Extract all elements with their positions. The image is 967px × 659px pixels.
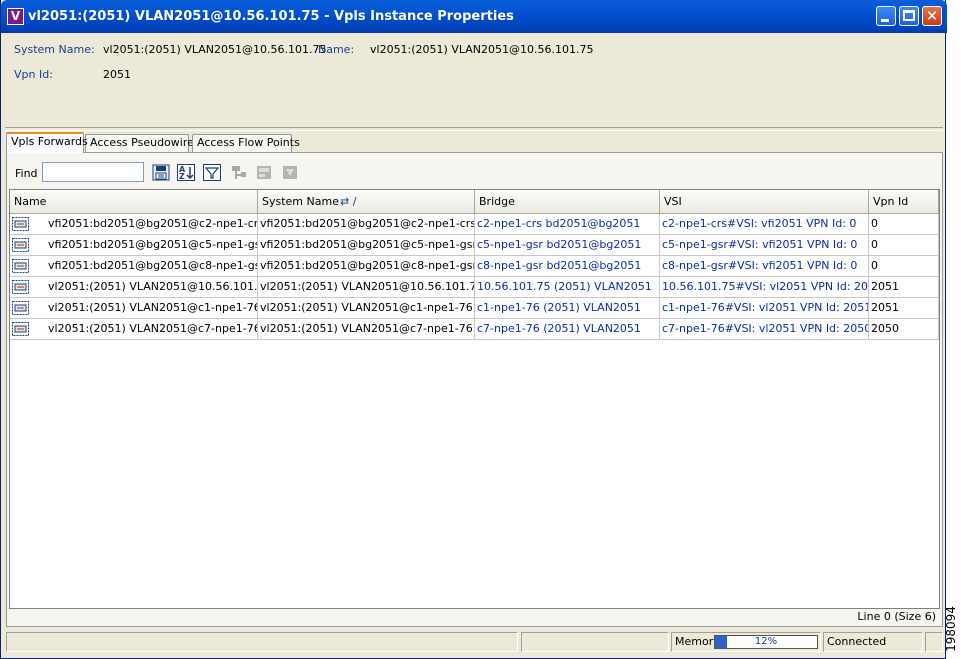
tab-access-flow-points[interactable]: Access Flow Points — [192, 134, 300, 152]
cell-bridge: 10.56.101.75 (2051) VLAN2051 — [475, 277, 660, 298]
close-button[interactable]: ✕ — [922, 6, 942, 26]
table-row[interactable]: vl2051:(2051) VLAN2051@c7-npe1-76 vl2051:… — [10, 319, 939, 340]
column-header-name[interactable]: Name — [10, 190, 258, 213]
cell-name: vl2051:(2051) VLAN2051@c1-npe1-76 — [10, 298, 258, 319]
app-icon: V — [7, 8, 24, 25]
connection-status: Connected — [823, 632, 923, 652]
table-row[interactable]: vfi2051:bd2051@bg2051@c2-npe1-crs vfi2051… — [10, 214, 939, 235]
minimize-button[interactable] — [876, 6, 896, 26]
column-header-vpn-id[interactable]: Vpn Id — [869, 190, 939, 213]
name-label: Name: — [318, 43, 355, 56]
cell-name: vl2051:(2051) VLAN2051@c7-npe1-76 — [10, 319, 258, 340]
cell-vsi: c1-npe1-76#VSI: vl2051 VPN Id: 2051 — [660, 298, 869, 319]
memory-bar: 12% — [714, 635, 818, 649]
column-header-bridge[interactable]: Bridge — [475, 190, 660, 213]
filter-icon[interactable] — [202, 163, 222, 182]
cell-vsi: c2-npe1-crs#VSI: vfi2051 VPN Id: 0 — [660, 214, 869, 235]
vpn-id-value: 2051 — [103, 68, 131, 81]
window-title: vl2051:(2051) VLAN2051@10.56.101.75 - Vp… — [28, 9, 514, 24]
cell-system-name: vl2051:(2051) VLAN2051@c7-npe1-76 — [258, 319, 475, 340]
print-icon — [280, 163, 300, 182]
save-icon[interactable] — [151, 163, 171, 182]
maximize-icon — [903, 10, 915, 21]
system-name-value: vl2051:(2051) VLAN2051@10.56.101.75 — [103, 43, 327, 56]
cell-name: vfi2051:bd2051@bg2051@c2-npe1-crs — [10, 214, 258, 235]
line-status: Line 0 (Size 6) — [857, 610, 936, 623]
sort-icon[interactable]: AZ — [176, 163, 196, 182]
cell-name: vl2051:(2051) VLAN2051@10.56.101.75 — [10, 277, 258, 298]
vpls-forwards-panel: Find : AZ Name System Name ⇄ / Bridge VS… — [6, 152, 943, 627]
cell-name: vfi2051:bd2051@bg2051@c5-npe1-gsr — [10, 235, 258, 256]
find-input[interactable] — [42, 162, 144, 182]
cell-name: vfi2051:bd2051@bg2051@c8-npe1-gsr — [10, 256, 258, 277]
vpls-forward-icon — [12, 322, 29, 336]
tab-vpls-forwards[interactable]: Vpls Forwards — [6, 132, 88, 153]
tree-icon — [228, 163, 248, 182]
cell-vpn-id: 0 — [869, 235, 939, 256]
table-row[interactable]: vl2051:(2051) VLAN2051@10.56.101.75 vl205… — [10, 277, 939, 298]
cell-vsi: c8-npe1-gsr#VSI: vfi2051 VPN Id: 0 — [660, 256, 869, 277]
vpls-forward-icon — [12, 301, 29, 315]
cell-bridge: c1-npe1-76 (2051) VLAN2051 — [475, 298, 660, 319]
cell-bridge: c8-npe1-gsr bd2051@bg2051 — [475, 256, 660, 277]
cell-vsi: 10.56.101.75#VSI: vl2051 VPN Id: 2051 — [660, 277, 869, 298]
name-value: vl2051:(2051) VLAN2051@10.56.101.75 — [370, 43, 594, 56]
column-header-vsi[interactable]: VSI — [660, 190, 869, 213]
cell-bridge: c5-npe1-gsr bd2051@bg2051 — [475, 235, 660, 256]
system-name-label: System Name: — [14, 43, 95, 56]
vpls-forward-icon — [12, 238, 29, 252]
info-panel: System Name: vl2051:(2051) VLAN2051@10.5… — [5, 33, 943, 126]
panel-divider — [5, 127, 943, 131]
memory-cell: Memory: 12% — [671, 632, 821, 652]
table-toolbar: Find : AZ — [9, 159, 939, 185]
vpls-forwards-table: Name System Name ⇄ / Bridge VSI Vpn Id vf… — [9, 189, 940, 609]
vpn-id-label: Vpn Id: — [14, 68, 53, 81]
cell-system-name: vfi2051:bd2051@bg2051@c2-npe1-crs — [258, 214, 475, 235]
column-header-system-name[interactable]: System Name ⇄ / — [258, 190, 475, 213]
cell-vpn-id: 2051 — [869, 277, 939, 298]
vpls-forward-icon — [12, 280, 29, 294]
table-row[interactable]: vfi2051:bd2051@bg2051@c5-npe1-gsr vfi2051… — [10, 235, 939, 256]
vpls-forward-icon — [12, 259, 29, 273]
cell-system-name: vl2051:(2051) VLAN2051@c1-npe1-76 — [258, 298, 475, 319]
status-cell-blank — [521, 632, 669, 652]
title-bar[interactable]: V vl2051:(2051) VLAN2051@10.56.101.75 - … — [1, 0, 947, 33]
cell-bridge: c2-npe1-crs bd2051@bg2051 — [475, 214, 660, 235]
find-label: Find : — [15, 167, 45, 180]
status-bar: Memory: 12% Connected — [5, 632, 943, 652]
cell-vsi: c5-npe1-gsr#VSI: vfi2051 VPN Id: 0 — [660, 235, 869, 256]
cell-vpn-id: 0 — [869, 256, 939, 277]
cell-system-name: vfi2051:bd2051@bg2051@c8-npe1-gsr — [258, 256, 475, 277]
cell-vpn-id: 2051 — [869, 298, 939, 319]
maximize-button[interactable] — [899, 6, 919, 26]
close-icon: ✕ — [925, 7, 939, 25]
status-cell-main — [6, 632, 518, 652]
cell-vpn-id: 0 — [869, 214, 939, 235]
tab-access-pseudowires[interactable]: Access Pseudowires — [85, 134, 200, 152]
memory-percent: 12% — [754, 636, 778, 647]
cell-system-name: vfi2051:bd2051@bg2051@c5-npe1-gsr — [258, 235, 475, 256]
properties-window: V vl2051:(2051) VLAN2051@10.56.101.75 - … — [0, 0, 947, 659]
export-icon — [254, 163, 274, 182]
status-cell-end — [925, 632, 943, 652]
figure-id: 198094 — [943, 606, 958, 652]
sort-indicator-icon: ⇄ / — [340, 195, 357, 208]
table-row[interactable]: vfi2051:bd2051@bg2051@c8-npe1-gsr vfi2051… — [10, 256, 939, 277]
cell-bridge: c7-npe1-76 (2051) VLAN2051 — [475, 319, 660, 340]
cell-vpn-id: 2050 — [869, 319, 939, 340]
table-row[interactable]: vl2051:(2051) VLAN2051@c1-npe1-76 vl2051:… — [10, 298, 939, 319]
svg-text:Z: Z — [179, 172, 185, 181]
table-header: Name System Name ⇄ / Bridge VSI Vpn Id — [10, 190, 939, 214]
vpls-forward-icon — [12, 217, 29, 231]
minimize-icon — [881, 19, 889, 22]
cell-vsi: c7-npe1-76#VSI: vl2051 VPN Id: 2050 — [660, 319, 869, 340]
cell-system-name: vl2051:(2051) VLAN2051@10.56.101.75 — [258, 277, 475, 298]
